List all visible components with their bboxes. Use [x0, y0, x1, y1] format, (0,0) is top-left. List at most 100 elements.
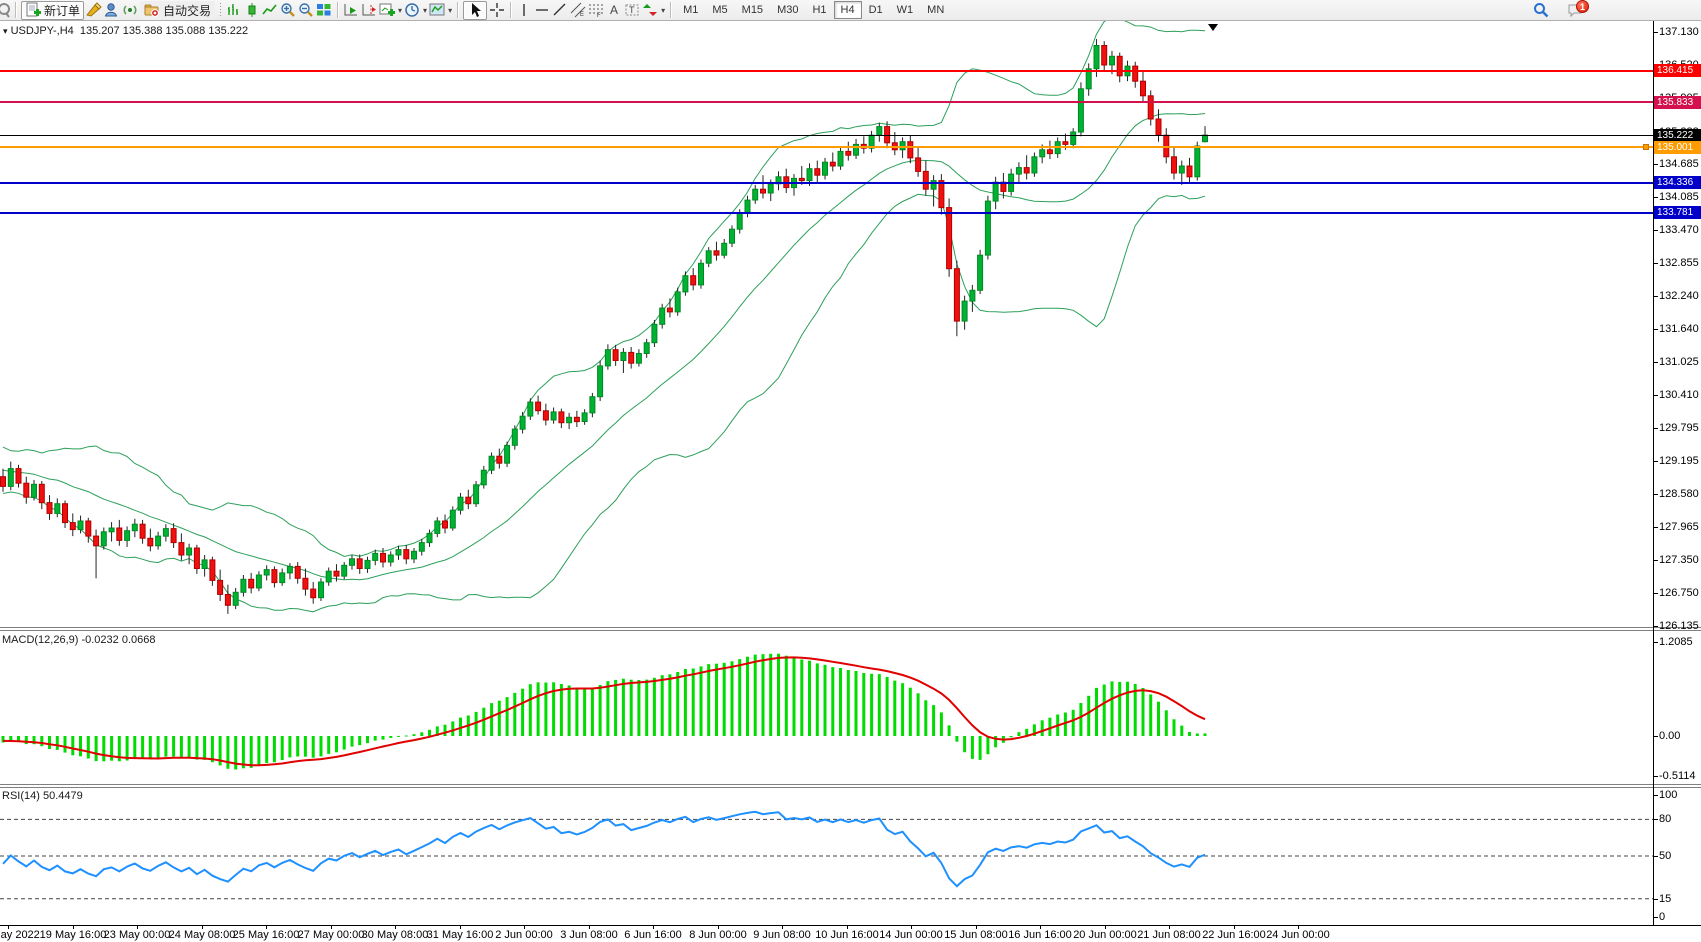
candle-body	[78, 521, 83, 530]
new-chart-icon[interactable]	[379, 2, 395, 18]
price-line-label: 136.415	[1654, 64, 1701, 77]
chart-shift-icon[interactable]	[361, 2, 377, 18]
bar-chart-icon[interactable]	[226, 2, 242, 18]
candle-body	[691, 276, 696, 285]
macd-histogram-bar	[1048, 718, 1051, 736]
autotrading-button[interactable]: 自动交易	[140, 1, 215, 20]
candle-body	[450, 510, 455, 528]
macd-histogram-bar	[444, 725, 447, 736]
rsi-line	[3, 812, 1205, 886]
chevron-down-icon[interactable]: ▾	[448, 6, 452, 15]
templates-icon[interactable]	[429, 2, 445, 18]
fibonacci-icon[interactable]: F	[588, 2, 604, 18]
vertical-line-icon[interactable]	[516, 2, 532, 18]
macd-histogram-bar	[924, 700, 927, 736]
chart-shift-marker[interactable]	[1208, 24, 1218, 31]
price-tick-label: 132.855	[1659, 258, 1699, 269]
candle-body	[900, 142, 905, 150]
tile-windows-icon[interactable]	[316, 2, 332, 18]
candle-body	[32, 484, 37, 497]
chevron-down-icon[interactable]: ▾	[398, 6, 402, 15]
timeframe-H1[interactable]: H1	[805, 1, 833, 19]
candle-body	[125, 531, 130, 541]
price-line-label: 135.833	[1654, 96, 1701, 109]
price-chart-canvas[interactable]	[0, 21, 1653, 627]
macd-histogram-bar	[979, 736, 982, 760]
macd-histogram-bar	[816, 663, 819, 736]
new-order-button[interactable]: 新订单	[21, 1, 84, 20]
axis-tick	[1653, 494, 1658, 495]
candle-body	[1172, 157, 1177, 173]
trendline-icon[interactable]	[552, 2, 568, 18]
cursor-button[interactable]	[463, 1, 487, 20]
axis-tick	[1653, 795, 1658, 796]
profile-icon[interactable]	[104, 2, 120, 18]
candlestick-chart-icon[interactable]	[244, 2, 260, 18]
timeframe-M1[interactable]: M1	[676, 1, 705, 19]
crosshair-icon[interactable]	[489, 2, 505, 18]
candle-body	[613, 350, 618, 361]
timeframe-M5[interactable]: M5	[705, 1, 734, 19]
horizontal-line-icon[interactable]	[534, 2, 550, 18]
candle-body	[365, 560, 370, 568]
macd-histogram-bar	[808, 661, 811, 736]
macd-histogram-bar	[731, 661, 734, 736]
price-line-label: 135.001	[1654, 141, 1701, 154]
macd-histogram-bar	[847, 670, 850, 736]
candle-body	[412, 551, 417, 559]
chisel-icon[interactable]	[86, 2, 102, 18]
timeframe-MN[interactable]: MN	[920, 1, 951, 19]
macd-histogram-bar	[265, 736, 268, 763]
price-tick-label: 131.025	[1659, 357, 1699, 368]
candle-body	[156, 536, 161, 546]
line-endpoint-handle[interactable]	[1643, 144, 1649, 150]
channel-icon[interactable]: E	[570, 2, 586, 18]
macd-histogram-bar	[1041, 720, 1044, 736]
line-chart-icon[interactable]	[262, 2, 278, 18]
notification-badge[interactable]: 1	[1576, 0, 1589, 13]
macd-canvas[interactable]	[0, 631, 1653, 784]
rsi-tick-label: 100	[1659, 790, 1677, 801]
candle-body	[877, 127, 882, 136]
zoom-in-icon[interactable]	[280, 2, 296, 18]
macd-histogram-bar	[855, 671, 858, 736]
signals-icon[interactable]	[122, 2, 138, 18]
timeframe-W1[interactable]: W1	[890, 1, 921, 19]
clipped-icon[interactable]	[0, 2, 10, 18]
timeframe-H4[interactable]: H4	[834, 1, 862, 19]
timeframe-D1[interactable]: D1	[862, 1, 890, 19]
timeframe-M15[interactable]: M15	[735, 1, 770, 19]
candle-body	[714, 251, 719, 255]
auto-scroll-icon[interactable]	[343, 2, 359, 18]
text-icon[interactable]: A	[606, 2, 622, 18]
axis-tick	[1653, 560, 1658, 561]
periods-icon[interactable]	[404, 2, 420, 18]
candle-body	[1141, 81, 1146, 96]
candle-body	[443, 521, 448, 528]
search-icon[interactable]	[1533, 2, 1549, 18]
candle-body	[908, 142, 913, 158]
chevron-down-icon[interactable]: ▾	[661, 6, 665, 15]
time-label: 27 May 00:00	[298, 929, 365, 941]
time-axis[interactable]: 18 May 2022 19 May 16:00 23 May 00:00 24…	[0, 925, 1701, 942]
macd-histogram-bar	[1087, 696, 1090, 736]
candle-body	[846, 151, 851, 155]
candle-body	[148, 538, 153, 546]
candle-body	[1016, 168, 1021, 175]
text-label-icon[interactable]: T	[624, 2, 640, 18]
arrows-icon[interactable]	[642, 2, 658, 18]
rsi-canvas[interactable]	[0, 788, 1653, 925]
zoom-out-icon[interactable]	[298, 2, 314, 18]
candle-body	[24, 483, 29, 497]
candle-body	[373, 553, 378, 560]
macd-histogram-bar	[661, 675, 664, 736]
candle-body	[1, 477, 6, 487]
macd-histogram-bar	[374, 736, 377, 741]
candle-body	[272, 570, 277, 583]
timeframe-M30[interactable]: M30	[770, 1, 805, 19]
candle-body	[621, 352, 626, 360]
price-axis-border	[1653, 21, 1654, 925]
candle-body	[590, 397, 595, 413]
chevron-down-icon[interactable]: ▾	[423, 6, 427, 15]
macd-histogram-bar	[692, 669, 695, 737]
